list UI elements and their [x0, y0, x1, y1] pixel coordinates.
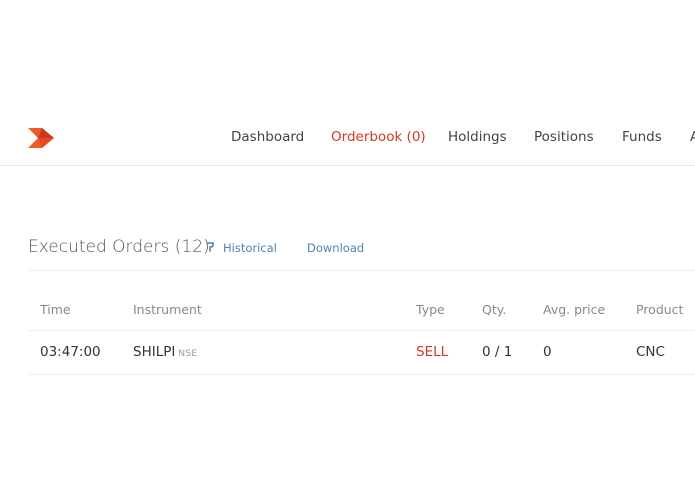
col-time[interactable]: Time: [40, 302, 71, 317]
cell-product: CNC: [636, 344, 665, 360]
nav-holdings[interactable]: Holdings: [448, 129, 507, 145]
cell-time: 03:47:00: [40, 344, 101, 360]
row-divider: [28, 374, 695, 375]
top-header: Dashboard Orderbook (0) Holdings Positio…: [0, 108, 695, 166]
title-divider: [28, 270, 695, 271]
col-avg-price[interactable]: Avg. price: [543, 302, 605, 317]
col-instrument[interactable]: Instrument: [133, 302, 202, 317]
clock-icon: [206, 242, 214, 252]
main-nav: Dashboard Orderbook (0) Holdings Positio…: [0, 108, 695, 166]
cell-instrument: SHILPI NSE: [133, 344, 197, 360]
nav-orderbook[interactable]: Orderbook (0): [331, 129, 426, 145]
historical-link[interactable]: Historical: [206, 241, 277, 255]
exchange-badge: NSE: [178, 349, 198, 359]
nav-dashboard[interactable]: Dashboard: [231, 129, 304, 145]
cell-avg-price: 0: [543, 344, 552, 360]
col-type[interactable]: Type: [416, 302, 445, 317]
nav-funds[interactable]: Funds: [622, 129, 662, 145]
nav-positions[interactable]: Positions: [534, 129, 594, 145]
download-link[interactable]: Download: [307, 241, 364, 255]
col-product[interactable]: Product: [636, 302, 683, 317]
cell-qty: 0 / 1: [482, 344, 513, 360]
page: Dashboard Orderbook (0) Holdings Positio…: [0, 0, 695, 494]
header-divider: [28, 330, 695, 331]
historical-label: Historical: [223, 241, 277, 255]
cell-type: SELL: [416, 344, 449, 360]
nav-apps[interactable]: A: [690, 129, 695, 145]
instrument-symbol: SHILPI: [133, 344, 176, 360]
col-qty[interactable]: Qty.: [482, 302, 506, 317]
executed-orders-title: Executed Orders (12): [28, 237, 210, 257]
